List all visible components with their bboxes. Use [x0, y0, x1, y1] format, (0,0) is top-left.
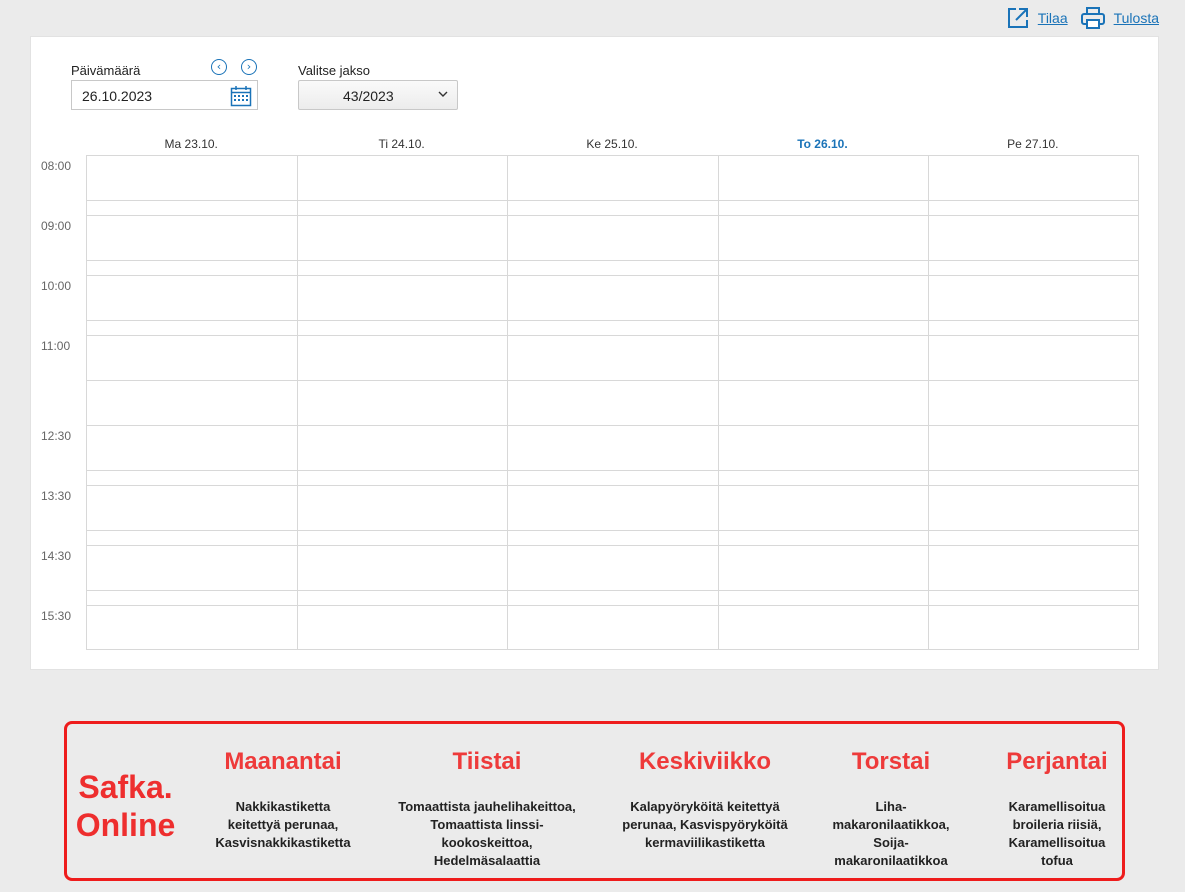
menu-line: Soija- — [873, 835, 909, 850]
printer-icon — [1080, 7, 1105, 29]
grid-line — [87, 215, 1138, 216]
time-label: 11:00 — [41, 339, 71, 353]
date-input[interactable]: 26.10.2023 — [71, 80, 258, 110]
banner-day-monday: Maanantai Nakkikastiketta keitettyä peru… — [199, 748, 367, 852]
period-picker: Valitse jakso 43/2023 — [298, 63, 458, 110]
date-picker: Päivämäärä ‹ › 26.10.2023 — [71, 59, 258, 110]
day-header[interactable]: Ke 25.10. — [507, 137, 717, 151]
day-header-today[interactable]: To 26.10. — [717, 137, 927, 151]
calendar-panel: Päivämäärä ‹ › 26.10.2023 Valitse jakso … — [30, 36, 1159, 670]
menu-line: tofua — [1041, 853, 1073, 868]
menu-line: makaronilaatikkoa — [834, 853, 948, 868]
day-headers: Ma 23.10. Ti 24.10. Ke 25.10. To 26.10. … — [86, 137, 1138, 151]
menu-line: Kalapyöryköitä keitettyä — [630, 799, 780, 814]
grid-line — [87, 260, 1138, 261]
date-nav: ‹ › — [211, 59, 257, 75]
menu-line: Tomaattista linssi- — [430, 817, 544, 832]
external-link-icon — [1007, 8, 1028, 28]
banner-day-title: Keskiviikko — [638, 748, 772, 775]
calendar-grid[interactable] — [86, 155, 1139, 650]
grid-line — [87, 530, 1138, 531]
menu-line: makaronilaatikkoa, — [832, 817, 950, 832]
menu-banner[interactable]: Safka. Online Maanantai Nakkikastiketta … — [64, 721, 1125, 881]
grid-line — [87, 590, 1138, 591]
grid-line — [87, 200, 1138, 201]
calendar-icon[interactable] — [230, 85, 252, 107]
menu-line: Nakkikastiketta — [235, 799, 331, 814]
date-label: Päivämäärä — [71, 63, 141, 78]
grid-line — [87, 320, 1138, 321]
next-arrow-icon[interactable]: › — [241, 59, 257, 75]
grid-line — [718, 156, 719, 649]
banner-day-menu: Kalapyöryköitä keitettyä perunaa, Kasvis… — [611, 798, 799, 852]
menu-line: perunaa, Kasvispyöryköitä — [622, 817, 788, 832]
chevron-down-icon — [438, 91, 448, 97]
period-value: 43/2023 — [343, 88, 394, 104]
menu-line: Liha- — [875, 799, 907, 814]
grid-line — [87, 425, 1138, 426]
menu-line: Hedelmäsalaattia — [433, 853, 541, 868]
menu-line: keitettyä perunaa, — [227, 817, 339, 832]
menu-line: broileria riisiä, — [1012, 817, 1102, 832]
top-links: Tilaa Tulosta — [1006, 6, 1159, 30]
print-link[interactable]: Tulosta — [1080, 6, 1159, 30]
grid-line — [87, 335, 1138, 336]
banner-day-menu: Tomaattista jauhelihakeittoa, Tomaattist… — [381, 798, 593, 870]
grid-line — [87, 545, 1138, 546]
grid-line — [87, 275, 1138, 276]
time-label: 14:30 — [41, 549, 72, 563]
day-header[interactable]: Ma 23.10. — [86, 137, 296, 151]
day-header[interactable]: Pe 27.10. — [928, 137, 1138, 151]
banner-day-menu: Liha- makaronilaatikkoa, Soija- makaroni… — [819, 798, 963, 870]
order-link-label[interactable]: Tilaa — [1038, 10, 1068, 26]
period-select[interactable]: 43/2023 — [298, 80, 458, 110]
menu-line: kookoskeittoa, — [441, 835, 533, 850]
banner-day-menu: Karamellisoitua broileria riisiä, Karame… — [991, 798, 1123, 870]
prev-arrow-icon[interactable]: ‹ — [211, 59, 227, 75]
print-link-label[interactable]: Tulosta — [1114, 10, 1159, 26]
banner-day-title: Maanantai — [224, 748, 342, 775]
banner-day-title: Torstai — [851, 748, 931, 775]
banner-day-menu: Nakkikastiketta keitettyä perunaa, Kasvi… — [199, 798, 367, 852]
grid-line — [507, 156, 508, 649]
brand-line: Online — [75, 807, 176, 843]
grid-line — [87, 470, 1138, 471]
grid-line — [87, 380, 1138, 381]
day-header[interactable]: Ti 24.10. — [296, 137, 506, 151]
grid-line — [87, 605, 1138, 606]
date-value: 26.10.2023 — [82, 88, 153, 104]
banner-day-friday: Perjantai Karamellisoitua broileria riis… — [991, 748, 1123, 870]
brand-line: Safka. — [78, 769, 173, 805]
banner-day-tuesday: Tiistai Tomaattista jauhelihakeittoa, To… — [381, 748, 593, 870]
banner-day-title: Tiistai — [452, 748, 522, 775]
menu-line: kermaviilikastiketta — [645, 835, 765, 850]
time-label: 10:00 — [41, 279, 72, 293]
time-label: 12:30 — [41, 429, 72, 443]
time-label: 13:30 — [41, 489, 72, 503]
grid-line — [928, 156, 929, 649]
menu-line: Karamellisoitua — [1008, 835, 1106, 850]
banner-day-wednesday: Keskiviikko Kalapyöryköitä keitettyä per… — [611, 748, 799, 852]
banner-day-title: Perjantai — [1006, 748, 1108, 775]
time-label: 15:30 — [41, 609, 72, 623]
brand-logo: Safka. Online — [69, 768, 182, 844]
period-label: Valitse jakso — [298, 63, 371, 78]
time-label: 09:00 — [41, 219, 72, 233]
banner-day-thursday: Torstai Liha- makaronilaatikkoa, Soija- … — [819, 748, 963, 870]
grid-line — [297, 156, 298, 649]
order-link[interactable]: Tilaa — [1006, 6, 1068, 30]
menu-line: Kasvisnakkikastiketta — [215, 835, 351, 850]
grid-line — [87, 485, 1138, 486]
menu-line: Karamellisoitua — [1008, 799, 1106, 814]
time-label: 08:00 — [41, 159, 72, 173]
menu-line: Tomaattista jauhelihakeittoa, — [398, 799, 576, 814]
